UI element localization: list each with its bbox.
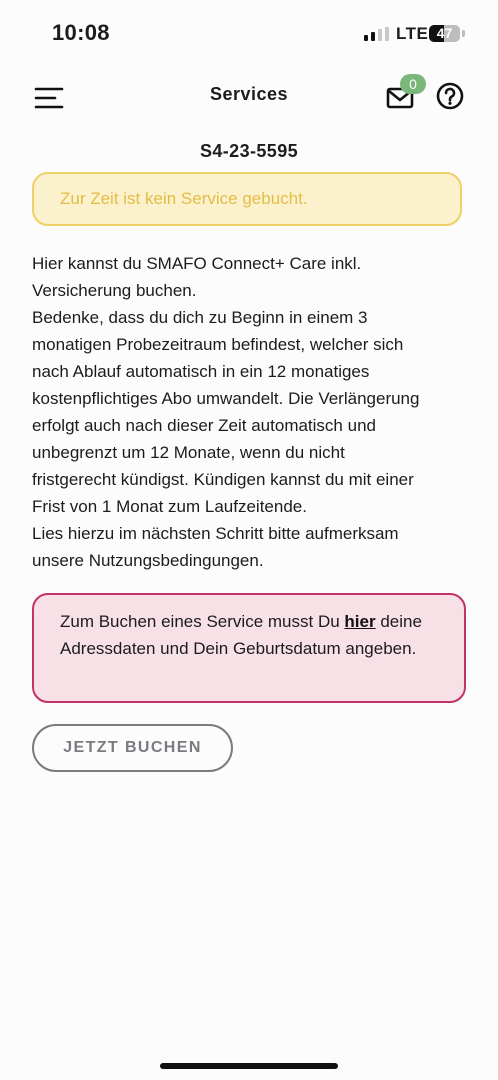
book-now-button[interactable]: JETZT BUCHEN [32,724,233,772]
top-navigation-bar: Services 0 [0,70,498,124]
status-bar: 10:08 LTE 47 [0,0,498,64]
address-link[interactable]: hier [344,612,375,631]
mail-badge: 0 [400,74,426,94]
battery-cap [462,30,465,37]
service-description: Hier kannst du SMAFO Connect+ Care inkl.… [32,254,420,570]
question-circle-icon[interactable] [435,81,465,111]
device-id: S4-23-5595 [199,141,299,161]
battery-level: 47 [436,25,453,41]
no-service-notice-text: Zur Zeit ist kein Service gebucht. [60,189,308,208]
status-time: 10:08 [52,20,110,45]
home-indicator[interactable] [160,1063,338,1069]
signal-strength-icon [364,27,390,41]
address-notice-text-before: Zum Buchen eines Service musst Du [60,612,345,631]
battery-icon: 47 [429,25,460,42]
address-required-notice: Zum Buchen eines Service musst Du hier d… [32,593,466,703]
network-type: LTE [396,24,429,43]
no-service-notice: Zur Zeit ist kein Service gebucht. [32,172,462,226]
